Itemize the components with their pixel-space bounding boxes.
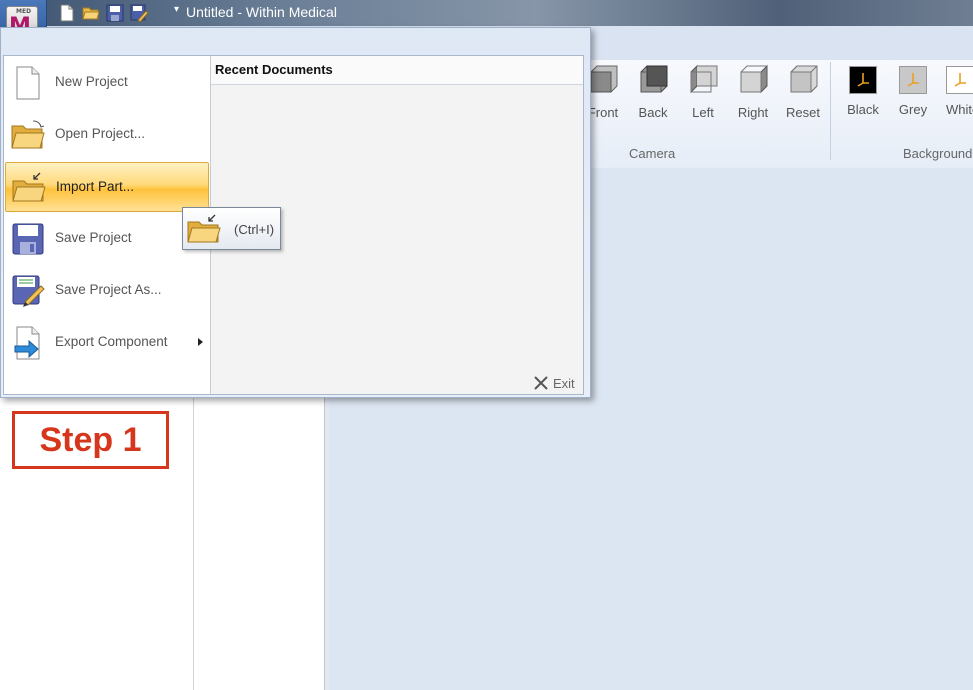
application-menu: New Project Open Project... Import Part.…	[0, 27, 591, 398]
export-component-label: Export Component	[55, 334, 168, 349]
camera-reset-label: Reset	[786, 105, 820, 120]
cube-right-icon	[740, 64, 768, 94]
step-annotation: Step 1	[12, 411, 169, 469]
camera-back-button[interactable]: Back	[628, 64, 678, 120]
camera-left-button[interactable]: Left	[678, 64, 728, 120]
open-project-menu-item[interactable]: Open Project...	[5, 110, 209, 160]
quick-access-toolbar	[58, 4, 148, 22]
camera-reset-button[interactable]: Reset	[778, 64, 828, 120]
camera-right-label: Right	[737, 105, 769, 120]
save-icon[interactable]	[106, 4, 124, 22]
submenu-arrow-icon	[198, 338, 203, 346]
bg-grey-icon	[899, 66, 927, 94]
camera-right-button[interactable]: Right	[728, 64, 778, 120]
exit-label: Exit	[553, 375, 575, 391]
save-project-label: Save Project	[55, 230, 132, 245]
camera-back-label: Back	[638, 105, 668, 120]
background-black-button[interactable]: Black	[838, 64, 888, 117]
new-project-label: New Project	[55, 74, 128, 89]
recent-documents-header: Recent Documents	[211, 56, 583, 85]
open-folder-icon[interactable]	[82, 4, 100, 22]
background-grey-button[interactable]: Grey	[888, 64, 938, 117]
open-project-label: Open Project...	[55, 126, 146, 141]
import-part-icon	[187, 214, 221, 243]
ribbon-group-separator	[830, 62, 831, 160]
save-project-as-menu-item[interactable]: Save Project As...	[5, 266, 209, 316]
command-list: New Project Open Project... Import Part.…	[4, 56, 211, 394]
camera-left-label: Left	[692, 105, 714, 120]
step-annotation-label: Step 1	[39, 420, 142, 459]
save-as-icon[interactable]	[130, 4, 148, 22]
application-menu-body: New Project Open Project... Import Part.…	[3, 55, 584, 395]
import-part-menu-item[interactable]: Import Part...	[5, 162, 209, 212]
save-project-as-label: Save Project As...	[55, 282, 162, 297]
cube-reset-icon	[790, 65, 818, 93]
bg-black-icon	[849, 66, 877, 94]
tooltip-shortcut: (Ctrl+I)	[234, 222, 275, 237]
application-menu-header	[1, 28, 590, 54]
quick-access-dropdown-icon[interactable]: ▾	[174, 4, 179, 15]
save-project-as-icon	[12, 275, 45, 307]
new-doc-icon[interactable]	[58, 4, 76, 22]
new-project-icon	[16, 66, 40, 100]
background-white-label: White	[946, 102, 973, 117]
background-white-button[interactable]: White	[938, 64, 973, 117]
cube-left-icon	[690, 64, 718, 94]
close-icon	[534, 376, 548, 390]
save-project-menu-item[interactable]: Save Project	[5, 214, 209, 264]
cube-front-icon	[590, 65, 618, 93]
title-bar: ▾ Untitled - Within Medical	[0, 0, 973, 26]
import-part-tooltip: (Ctrl+I)	[182, 207, 281, 250]
export-component-icon	[14, 326, 40, 360]
exit-button[interactable]: Exit	[533, 375, 575, 391]
new-project-menu-item[interactable]: New Project	[5, 58, 209, 108]
camera-group-label: Camera	[629, 146, 676, 161]
background-group-label: Background	[903, 146, 973, 161]
cube-back-icon	[640, 65, 668, 93]
background-grey-label: Grey	[898, 102, 928, 117]
save-project-icon	[12, 223, 44, 255]
export-component-menu-item[interactable]: Export Component	[5, 318, 209, 368]
import-part-label: Import Part...	[56, 179, 135, 194]
open-project-icon	[11, 120, 45, 149]
background-black-label: Black	[847, 102, 879, 117]
window-title: Untitled - Within Medical	[186, 4, 337, 20]
import-part-icon	[12, 172, 46, 202]
bg-white-icon	[946, 66, 973, 94]
